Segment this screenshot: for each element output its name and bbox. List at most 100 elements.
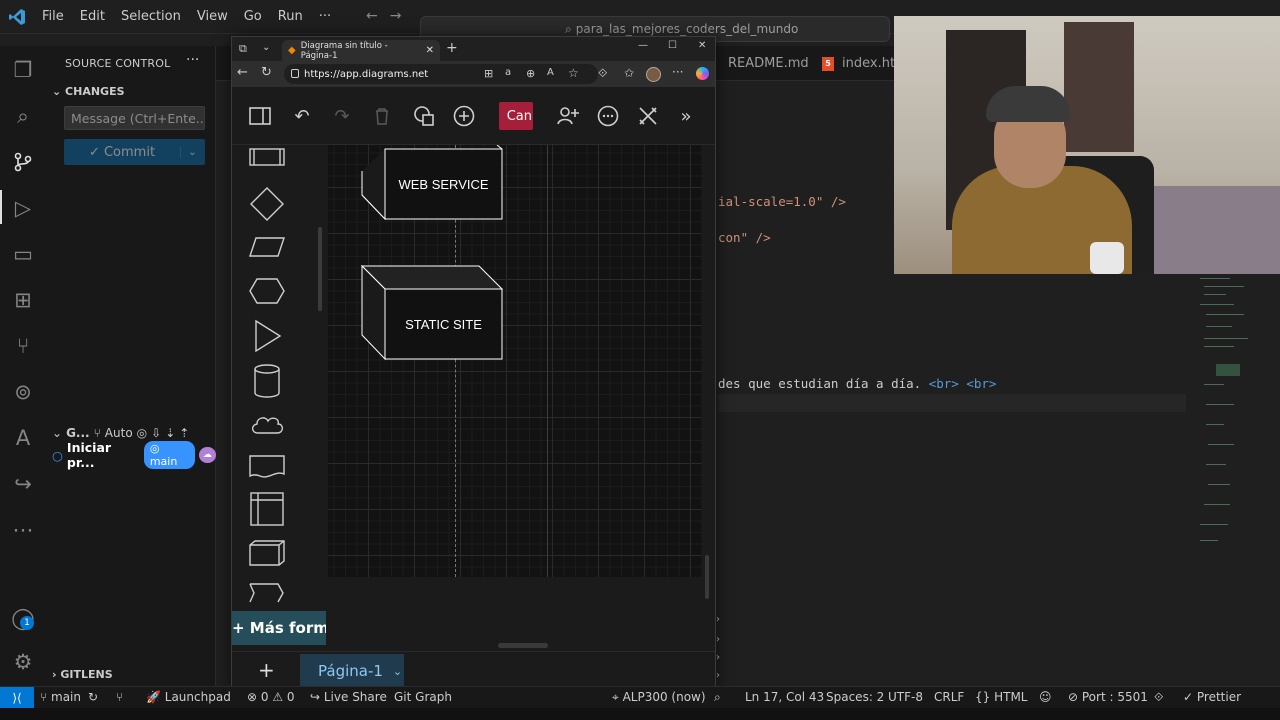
live-share-icon[interactable]: ↪ [9, 470, 37, 498]
remote-indicator-icon[interactable]: ⟩⟨ [0, 687, 34, 709]
format-panel-icon[interactable] [247, 103, 273, 129]
back-icon[interactable]: ← [237, 65, 248, 80]
browser-tab-drawio[interactable]: ◆ Diagrama sin título - Página-1 ✕ [282, 40, 440, 61]
code-line-viewport[interactable]: ial-scale=1.0" /> [718, 194, 846, 209]
changes-section-header[interactable]: ⌄ CHANGES [52, 85, 125, 98]
push-icon[interactable]: ⇡ [179, 426, 189, 440]
status-encoding[interactable]: UTF-8 [888, 690, 923, 704]
shape-cloud-icon[interactable] [248, 411, 286, 439]
node-static-site[interactable]: STATIC SITE [360, 264, 504, 361]
can-button[interactable]: Can [499, 102, 533, 130]
minimize-icon[interactable]: — [638, 40, 648, 51]
azure-icon[interactable]: A [9, 424, 37, 452]
graph-section-header[interactable]: ⌄ G... ⑂ Auto ◎ ⇩ ⇣ ⇡ [52, 426, 216, 440]
status-prettier[interactable]: ✓ Prettier [1183, 690, 1241, 704]
tools-icon[interactable] [635, 103, 661, 129]
status-cursor-position[interactable]: Ln 17, Col 43 [745, 690, 824, 704]
settings-gear-icon[interactable]: ⚙ [9, 648, 37, 676]
status-indentation[interactable]: Spaces: 2 [826, 690, 884, 704]
fetch-icon[interactable]: ⇩ [151, 426, 161, 440]
shape-document-icon[interactable] [248, 453, 286, 481]
redo-icon[interactable]: ↷ [329, 103, 355, 129]
chevron-down-icon[interactable]: ⌄ [393, 665, 402, 678]
code-line-icon[interactable]: con" /> [718, 230, 771, 245]
status-launchpad[interactable]: 🚀 Launchpad [146, 690, 231, 704]
shape-internal-storage-icon[interactable] [248, 491, 286, 527]
fold-chevron-icon[interactable]: › [716, 614, 720, 625]
shape-parallelogram-icon[interactable] [248, 235, 286, 259]
refresh-icon[interactable]: ↻ [261, 65, 272, 80]
app-available-icon[interactable]: ⊞ [484, 67, 493, 80]
canvas-vertical-scrollbar[interactable] [705, 555, 709, 599]
shape-hexagon-icon[interactable] [248, 277, 286, 305]
sync-icon[interactable]: ↻ [88, 690, 98, 704]
more-shapes-button[interactable]: + Más formas [232, 611, 326, 645]
git-graph-icon[interactable]: ⊚ [9, 378, 37, 406]
favorites-icon[interactable]: ✩ [624, 66, 634, 80]
fold-chevron-icon[interactable]: › [716, 652, 720, 663]
gitlens-section-header[interactable]: › GITLENS [52, 668, 113, 681]
status-problems[interactable]: ⊗ 0 ⚠ 0 [247, 690, 295, 704]
shape-diamond-icon[interactable] [248, 187, 286, 221]
status-alp[interactable]: ⌖ ALP300 (now) [612, 690, 706, 705]
menu-file[interactable]: File [34, 9, 72, 24]
menu-more[interactable]: ··· [311, 9, 339, 24]
explorer-icon[interactable]: ❐ [9, 56, 37, 84]
graph-commit-row[interactable]: ○ Iniciar pr... ◎ main ☁ [52, 440, 216, 470]
more-views-icon[interactable]: ⋯ [9, 516, 37, 544]
commit-message-input[interactable]: Message (Ctrl+Ente... [64, 106, 205, 130]
gitlens-status-icon[interactable]: ⑂ [116, 690, 123, 704]
favorite-star-icon[interactable]: ☆ [568, 66, 579, 80]
menu-selection[interactable]: Selection [113, 9, 189, 24]
canvas-horizontal-scrollbar[interactable] [498, 643, 548, 648]
sidebar-more-icon[interactable]: ··· [186, 52, 199, 68]
menu-edit[interactable]: Edit [72, 9, 113, 24]
code-line-paragraph[interactable]: des que estudian día a día. <br> <br> [718, 376, 996, 391]
search-icon[interactable]: ⌕ [9, 102, 37, 130]
diagram-canvas[interactable]: WEB SERVICE STATIC SITE [328, 145, 702, 577]
collapse-toolbar-icon[interactable]: » [673, 103, 699, 129]
target-icon[interactable]: ◎ [137, 426, 147, 440]
status-git-graph[interactable]: Git Graph [394, 690, 452, 704]
profile-avatar[interactable] [646, 67, 661, 82]
shape-step-icon[interactable] [248, 581, 286, 603]
undo-icon[interactable]: ↶ [289, 103, 315, 129]
site-info-icon[interactable] [291, 69, 299, 78]
page-tab[interactable]: Página-1 ⌄ [300, 654, 404, 688]
shape-cube-icon[interactable] [248, 539, 286, 567]
copilot-icon[interactable] [696, 67, 709, 80]
comments-icon[interactable] [595, 103, 621, 129]
tab-list-chevron-icon[interactable]: ⌄ [262, 42, 270, 53]
translate-icon[interactable]: A [547, 67, 554, 78]
menu-go[interactable]: Go [236, 9, 270, 24]
status-eol[interactable]: CRLF [934, 690, 964, 704]
delete-icon[interactable] [369, 103, 395, 129]
copilot-status-icon[interactable]: ☺ [1039, 690, 1052, 704]
node-web-service[interactable]: WEB SERVICE [361, 145, 503, 221]
graph-auto[interactable]: Auto [105, 426, 133, 440]
maximize-icon[interactable]: ☐ [668, 40, 677, 51]
menu-view[interactable]: View [189, 9, 236, 24]
status-branch[interactable]: ⑂ main [40, 690, 81, 704]
new-tab-icon[interactable]: + [446, 40, 458, 56]
workspaces-icon[interactable]: ⧉ [239, 42, 247, 56]
shapes-icon[interactable] [411, 103, 437, 129]
extensions-icon[interactable]: ⊞ [9, 286, 37, 314]
shape-triangle-icon[interactable] [248, 319, 286, 353]
remote-explorer-icon[interactable]: ▭ [9, 240, 37, 268]
shape-cylinder-icon[interactable] [248, 363, 286, 399]
browser-menu-icon[interactable]: ··· [672, 65, 683, 79]
status-port[interactable]: ⊘ Port : 5501 [1068, 690, 1148, 704]
gitlens-icon[interactable]: ⑂ [9, 332, 37, 360]
close-tab-icon[interactable]: ✕ [426, 45, 434, 56]
zoom-icon[interactable]: ⌕ [714, 690, 721, 705]
close-window-icon[interactable]: ✕ [698, 40, 706, 51]
status-live-share[interactable]: ↪ Live Share [310, 690, 387, 704]
tab-readme[interactable]: README.md [718, 46, 809, 81]
read-aloud-icon[interactable]: a [505, 67, 511, 78]
pull-icon[interactable]: ⇣ [165, 426, 175, 440]
shape-process-icon[interactable] [248, 145, 286, 169]
shapes-panel-scrollbar[interactable] [318, 227, 322, 311]
status-extension-icon[interactable]: ⟐ [1154, 690, 1163, 705]
source-control-icon[interactable] [9, 148, 37, 176]
